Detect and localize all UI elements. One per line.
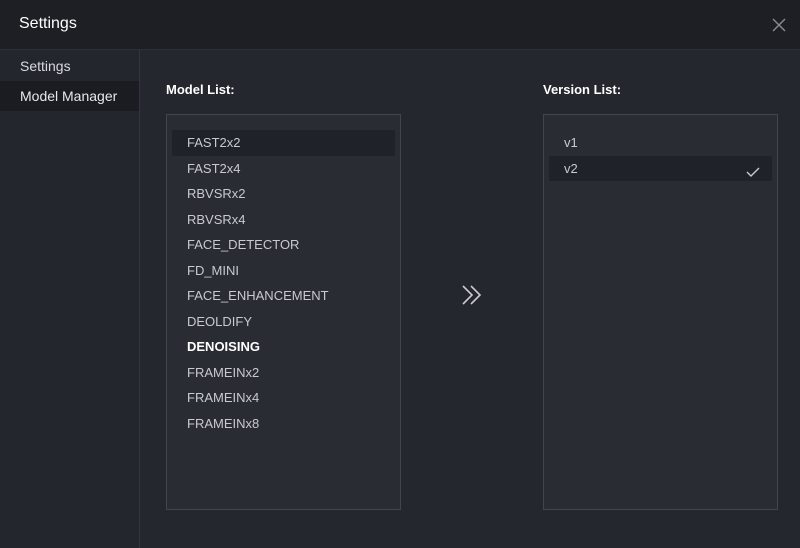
model-item-label: FD_MINI — [187, 262, 239, 278]
version-list-label: Version List: — [543, 82, 622, 97]
sidebar-item-settings[interactable]: Settings — [0, 51, 139, 81]
window-title: Settings — [19, 15, 77, 32]
sidebar-item-model-manager[interactable]: Model Manager — [0, 81, 139, 111]
model-item-fast2x2[interactable]: FAST2x2 — [172, 130, 395, 156]
model-item-rbvsrx2[interactable]: RBVSRx2 — [172, 181, 395, 207]
model-item-label: FAST2x4 — [187, 160, 241, 176]
title-bar: Settings — [0, 0, 800, 50]
model-item-label: DEOLDIFY — [187, 313, 253, 329]
model-item-label: FRAMEINx4 — [187, 390, 260, 405]
version-item-label: v1 — [564, 135, 578, 150]
model-item-face-enhancement[interactable]: FACE_ENHANCEMENT — [172, 283, 395, 309]
check-icon — [746, 162, 760, 177]
version-item-label: v2 — [564, 160, 578, 176]
model-item-label: RBVSRx4 — [187, 211, 246, 227]
model-item-label: RBVSRx2 — [187, 186, 246, 201]
model-item-frameinx8[interactable]: FRAMEINx8 — [172, 411, 395, 437]
model-list: FAST2x2 FAST2x4 RBVSRx2 RBVSRx4 FACE_DET… — [166, 114, 401, 510]
double-chevron-right-icon[interactable] — [460, 283, 484, 307]
model-item-label: DENOISING — [187, 339, 260, 354]
model-item-fd-mini[interactable]: FD_MINI — [172, 258, 395, 284]
model-item-deoldify[interactable]: DEOLDIFY — [172, 309, 395, 335]
sidebar-item-label: Model Manager — [20, 88, 118, 104]
sidebar: Settings Model Manager — [0, 50, 140, 548]
model-item-face-detector[interactable]: FACE_DETECTOR — [172, 232, 395, 258]
model-item-rbvsrx4[interactable]: RBVSRx4 — [172, 207, 395, 233]
model-item-label: FRAMEINx2 — [187, 364, 260, 380]
version-item-v2[interactable]: v2 — [549, 155, 772, 181]
settings-window: Settings Settings Model Manager Model Li… — [0, 0, 800, 548]
model-item-frameinx2[interactable]: FRAMEINx2 — [172, 360, 395, 386]
version-item-v1[interactable]: v1 — [549, 130, 772, 156]
model-item-fast2x4[interactable]: FAST2x4 — [172, 156, 395, 182]
model-manager-panel: Model List: FAST2x2 FAST2x4 RBVSRx2 RBVS… — [140, 50, 800, 548]
model-item-denoising[interactable]: DENOISING — [172, 334, 395, 360]
model-item-label: FAST2x2 — [187, 135, 241, 150]
model-list-label: Model List: — [166, 82, 235, 97]
close-icon[interactable] — [768, 14, 790, 36]
model-item-label: FACE_DETECTOR — [187, 237, 300, 252]
model-item-frameinx4[interactable]: FRAMEINx4 — [172, 385, 395, 411]
version-list: v1 v2 — [543, 114, 778, 510]
model-item-label: FACE_ENHANCEMENT — [187, 288, 329, 303]
model-item-label: FRAMEINx8 — [187, 415, 260, 431]
sidebar-item-label: Settings — [20, 58, 71, 74]
